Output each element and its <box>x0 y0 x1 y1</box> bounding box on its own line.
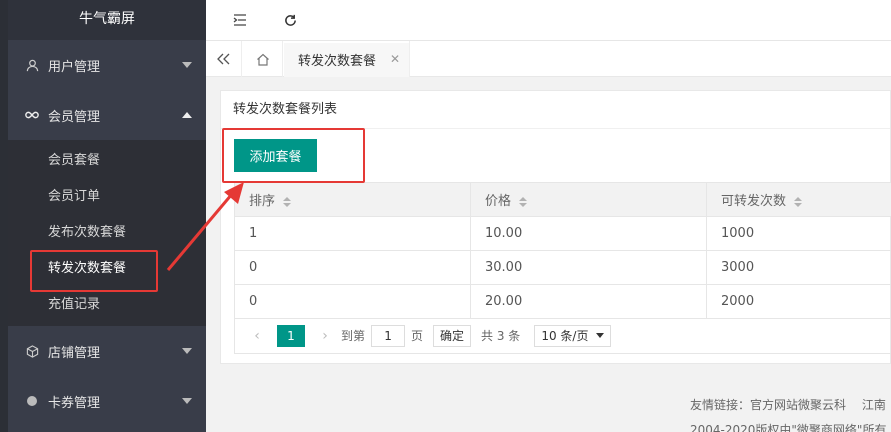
chevron-down-icon <box>182 348 192 354</box>
sidebar-group-label: 店铺管理 <box>48 345 101 361</box>
next-page-icon[interactable]: › <box>315 328 335 344</box>
cell-forward-count: 1000 <box>706 216 891 251</box>
tab-label: 转发次数套餐 <box>298 53 377 69</box>
packages-table: 排序 价格 可转发次数 1 10.00 1000 0 30.00 3000 0 … <box>234 182 891 319</box>
sidebar-group-coupon-management[interactable]: 卡券管理 <box>8 376 206 426</box>
user-icon <box>24 57 40 73</box>
sort-icon[interactable] <box>794 196 803 207</box>
card-title: 转发次数套餐列表 <box>221 91 890 129</box>
page-size-select[interactable]: 10 条/页 <box>534 324 612 347</box>
cell-price: 20.00 <box>470 284 707 319</box>
cell-sort-order: 1 <box>234 216 471 251</box>
double-chevron-left-icon[interactable] <box>206 41 242 77</box>
page-size-value: 10 条/页 <box>541 329 589 343</box>
sidebar-edge <box>0 0 8 432</box>
sidebar-group-label: 用户管理 <box>48 59 101 75</box>
sidebar-group-user-management[interactable]: 用户管理 <box>8 40 206 90</box>
sort-icon[interactable] <box>519 196 528 207</box>
tab-bar: 转发次数套餐 ✕ <box>206 41 891 77</box>
total-count: 共 3 条 <box>481 329 521 343</box>
cell-sort-order: 0 <box>234 284 471 319</box>
table-row: 0 20.00 2000 <box>234 284 891 319</box>
column-header-price[interactable]: 价格 <box>470 182 707 217</box>
column-header-forward-count[interactable]: 可转发次数 <box>706 182 891 217</box>
chevron-down-icon <box>182 62 192 68</box>
caret-down-icon <box>596 333 605 338</box>
top-header <box>206 0 891 41</box>
sidebar-item-recharge-records[interactable]: 充值记录 <box>8 287 206 323</box>
footer-copyright: 2004-2020版权由"微聚商网络"所有 <box>690 423 887 432</box>
cell-forward-count: 2000 <box>706 284 891 319</box>
app-logo-title: 牛气霸屏 <box>8 0 206 40</box>
add-package-button[interactable]: 添加套餐 <box>234 139 317 172</box>
column-header-sort-order[interactable]: 排序 <box>234 182 471 217</box>
sidebar-group-label: 卡券管理 <box>48 395 101 411</box>
tab-forward-count-packages[interactable]: 转发次数套餐 ✕ <box>284 41 410 77</box>
circle-icon <box>24 393 40 409</box>
sidebar-item-member-orders[interactable]: 会员订单 <box>8 179 206 215</box>
prev-page-icon[interactable]: ‹ <box>247 328 267 344</box>
member-submenu: 会员套餐 会员订单 发布次数套餐 转发次数套餐 充值记录 <box>8 140 206 326</box>
table-row: 0 30.00 3000 <box>234 250 891 285</box>
page-label: 页 <box>411 329 424 343</box>
cell-price: 10.00 <box>470 216 707 251</box>
sidebar-item-member-packages[interactable]: 会员套餐 <box>8 143 206 179</box>
infinity-icon <box>24 107 40 123</box>
sidebar: 牛气霸屏 用户管理 会员管理 会员套餐 会员订单 发布次数套餐 转发次数套餐 充… <box>8 0 206 432</box>
sort-icon[interactable] <box>283 196 292 207</box>
cell-forward-count: 3000 <box>706 250 891 285</box>
cell-sort-order: 0 <box>234 250 471 285</box>
goto-label: 到第 <box>341 329 366 343</box>
cell-price: 30.00 <box>470 250 707 285</box>
footer-links: 友情链接：官方网站微聚云科 江南 <box>690 398 886 412</box>
goto-page-input[interactable] <box>371 324 406 347</box>
table-header-row: 排序 价格 可转发次数 <box>234 182 891 217</box>
menu-collapse-icon[interactable] <box>230 10 250 30</box>
sidebar-group-member-management[interactable]: 会员管理 <box>8 90 206 140</box>
goto-confirm-button[interactable]: 确定 <box>433 324 472 347</box>
home-icon[interactable] <box>243 41 283 77</box>
sidebar-group-label: 会员管理 <box>48 109 101 125</box>
sidebar-item-publish-count-packages[interactable]: 发布次数套餐 <box>8 215 206 251</box>
sidebar-item-forward-count-packages[interactable]: 转发次数套餐 <box>8 251 206 287</box>
chevron-down-icon <box>182 398 192 404</box>
close-icon[interactable]: ✕ <box>390 52 400 66</box>
chevron-up-icon <box>182 112 192 118</box>
sidebar-group-store-management[interactable]: 店铺管理 <box>8 326 206 376</box>
current-page[interactable]: 1 <box>277 324 305 347</box>
table-row: 1 10.00 1000 <box>234 216 891 251</box>
content-card: 转发次数套餐列表 添加套餐 排序 价格 可转发次数 1 10.00 1000 0… <box>220 90 891 364</box>
pagination: ‹ 1 › 到第 页 确定 共 3 条 10 条/页 <box>234 318 891 354</box>
refresh-icon[interactable] <box>280 10 300 30</box>
cube-icon <box>24 343 40 359</box>
